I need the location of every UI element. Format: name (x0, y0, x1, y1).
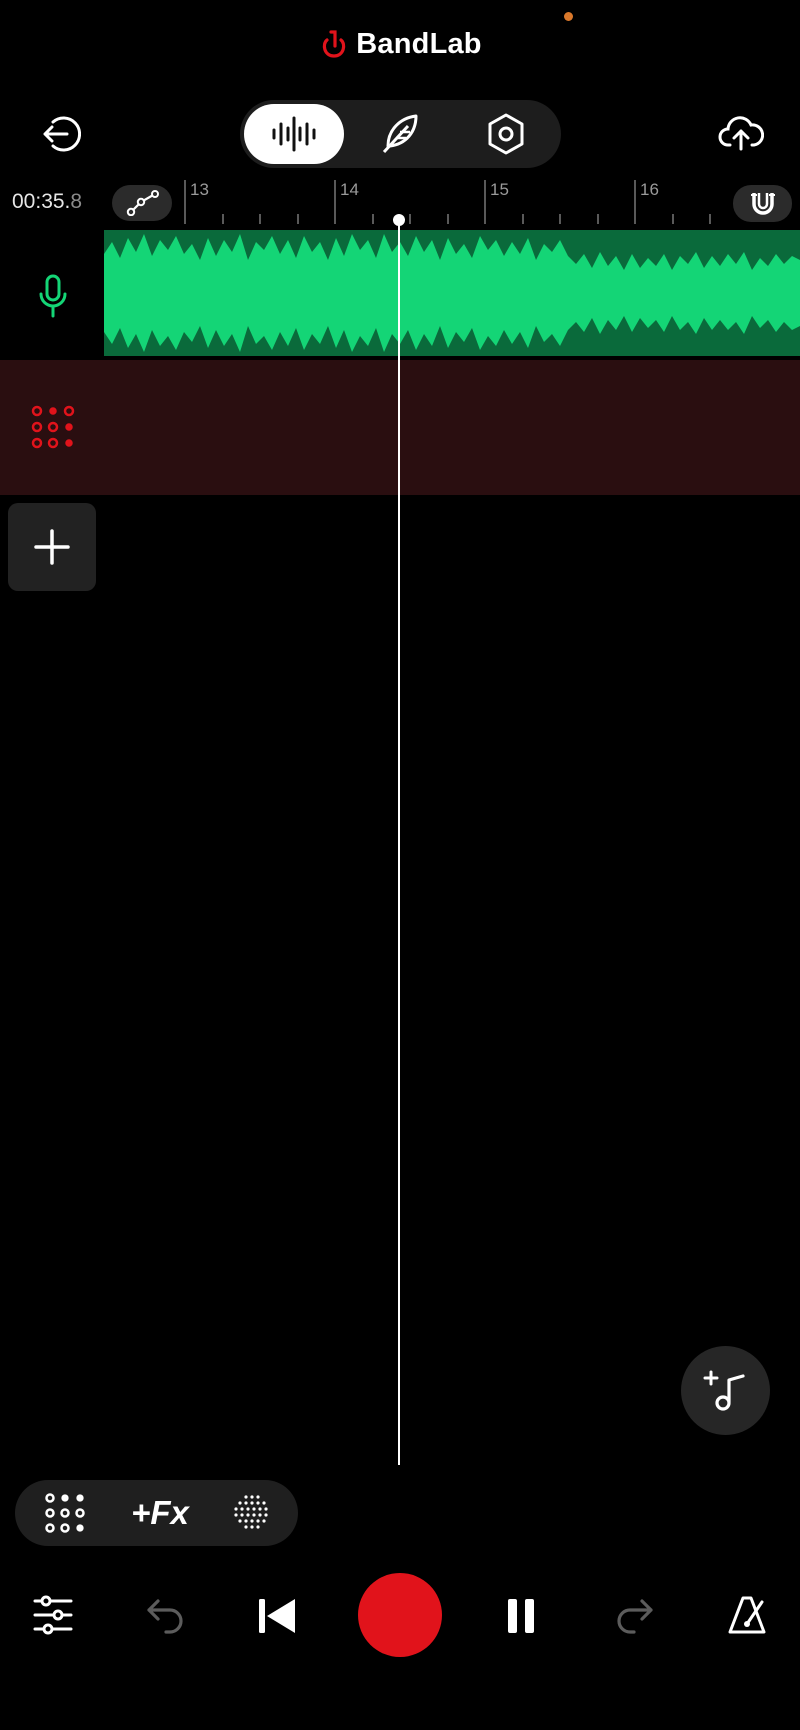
tools-bar: +Fx (15, 1480, 298, 1546)
hex-nut-icon (488, 113, 524, 155)
add-loop-button[interactable] (681, 1346, 770, 1435)
mixer-sliders-icon (33, 1595, 73, 1635)
upload-button[interactable] (714, 108, 768, 158)
undo-button[interactable] (140, 1590, 190, 1640)
settings-mode-tab[interactable] (456, 104, 556, 164)
voice-track-header[interactable] (28, 268, 78, 324)
snap-button[interactable] (733, 185, 792, 222)
pause-icon (508, 1599, 534, 1633)
playhead[interactable] (398, 218, 400, 1465)
bar-label: 13 (190, 180, 209, 199)
drum-pad-icon (31, 405, 75, 449)
drum-track-header[interactable] (28, 402, 78, 452)
mixer-button[interactable] (28, 1590, 78, 1640)
bandlab-logo-icon (323, 30, 346, 58)
drum-pad-icon (45, 1493, 85, 1533)
pause-button[interactable] (496, 1592, 546, 1640)
waveform (104, 234, 800, 352)
automation-button[interactable] (112, 185, 172, 221)
cloud-upload-icon (718, 116, 764, 151)
bar-label: 16 (640, 180, 659, 199)
metronome-icon (728, 1596, 766, 1634)
magnet-icon (750, 192, 775, 215)
redo-button[interactable] (610, 1590, 660, 1640)
bar-label: 15 (490, 180, 509, 199)
exit-icon (43, 116, 81, 152)
automation-icon (126, 190, 159, 216)
add-fx-button[interactable]: +Fx (115, 1488, 205, 1538)
dots-circle-icon (234, 1495, 268, 1529)
timeline-ruler[interactable]: 13 14 15 16 (180, 176, 720, 226)
waveform-mode-tab[interactable] (244, 104, 344, 164)
add-music-note-icon (703, 1370, 745, 1411)
drum-pad-button[interactable] (35, 1490, 95, 1536)
exit-button[interactable] (36, 110, 84, 158)
audio-clip[interactable] (104, 230, 800, 356)
brand-name: BandLab (356, 27, 482, 60)
metronome-button[interactable] (722, 1590, 772, 1640)
app-brand: BandLab (0, 24, 800, 64)
add-track-button[interactable] (8, 503, 96, 591)
skip-back-icon (259, 1599, 295, 1633)
bar-label: 14 (340, 180, 359, 199)
redo-icon (617, 1599, 653, 1634)
feather-mode-tab[interactable] (350, 104, 450, 164)
time-main: 00:35. (12, 190, 71, 213)
plus-icon (34, 529, 70, 565)
playback-time: 00:35.8 (12, 190, 82, 214)
add-fx-label: +Fx (131, 1494, 189, 1531)
record-button[interactable] (358, 1573, 442, 1657)
ruler-ticks (184, 180, 711, 224)
feather-icon (382, 114, 418, 154)
time-fraction: 8 (70, 190, 83, 213)
undo-icon (147, 1599, 183, 1634)
microphone-icon (39, 274, 67, 318)
status-indicator (564, 12, 573, 21)
waveform-icon (272, 116, 316, 152)
rewind-button[interactable] (252, 1592, 302, 1640)
mode-switcher (240, 100, 561, 168)
playhead-handle[interactable] (393, 214, 405, 226)
drum-track[interactable] (0, 360, 800, 495)
texture-button[interactable] (227, 1490, 277, 1536)
